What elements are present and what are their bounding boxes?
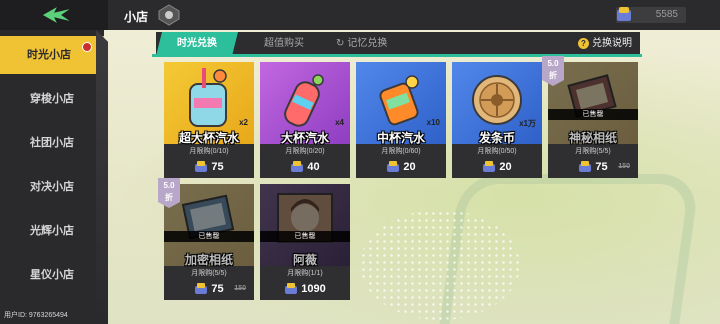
sold-out-banner: 已售罄 (260, 231, 350, 242)
back-arrow-icon (40, 4, 73, 26)
sidebar-item-label: 对决小店 (30, 181, 74, 193)
tab-memory-exchange[interactable]: ↻ 记忆兑换 (336, 32, 387, 56)
currency-value: 5585 (655, 9, 678, 20)
sidebar-item-duel-shop[interactable]: 对决小店 (0, 168, 104, 206)
price-value: 20 (499, 161, 512, 173)
time-coin-icon (579, 161, 592, 172)
help-label: 兑换说明 (592, 38, 632, 49)
time-coin-icon (291, 161, 304, 172)
item-price: 75 (164, 158, 254, 176)
tab-label: 时光兑换 (177, 38, 217, 49)
shop-item-card[interactable]: 5.0 折 已售罄 加密相纸 月限购(5/5) 75 150 (158, 178, 254, 300)
item-name: 大杯汽水 (280, 131, 329, 145)
tab-time-exchange[interactable]: 时光兑换 (156, 32, 238, 56)
time-coin-icon (285, 283, 298, 294)
sidebar-item-label: 时光小店 (27, 49, 71, 61)
item-price: 75 150 (164, 280, 254, 298)
tab-underline (152, 54, 642, 57)
item-name: 发条币 (478, 131, 515, 145)
sidebar-item-star-shop[interactable]: 星仪小店 (0, 256, 104, 294)
item-quantity: x1万 (519, 119, 536, 128)
time-coin-icon (483, 161, 496, 172)
tab-label: 超值购买 (264, 38, 304, 49)
shop-badge-icon (158, 4, 180, 26)
purchase-limit: 月限购(0/10) (189, 148, 229, 155)
help-button[interactable]: ? 兑换说明 (578, 32, 632, 56)
time-coin-icon (617, 7, 631, 21)
item-name: 神秘相纸 (568, 131, 617, 145)
sidebar-item-club-shop[interactable]: 社团小店 (0, 124, 104, 162)
shop-item-card[interactable]: 5.0 折 已售罄 神秘相纸 月限购(5/5) 75 150 (542, 56, 638, 178)
shop-item-card[interactable]: x2 超大杯汽水 月限购(0/10) 75 (164, 62, 254, 178)
sidebar-edge (96, 30, 108, 324)
item-name: 加密相纸 (184, 253, 233, 267)
item-quantity: x10 (426, 118, 440, 127)
refresh-icon: ↻ (336, 38, 345, 49)
original-price: 150 (618, 163, 630, 170)
sidebar-item-radiance-shop[interactable]: 光辉小店 (0, 212, 104, 250)
purchase-limit: 月限购(0/60) (381, 148, 421, 155)
back-button[interactable] (0, 0, 108, 30)
shop-item-card[interactable]: x10 中杯汽水 月限购(0/60) 20 (356, 62, 446, 178)
item-price: 40 (260, 158, 350, 176)
currency-display[interactable]: 5585 (616, 7, 686, 23)
item-name: 阿薇 (292, 253, 317, 267)
user-id: 用户ID: 9763265494 (4, 312, 68, 319)
price-value: 40 (307, 161, 320, 173)
price-value: 75 (211, 161, 224, 173)
price-value: 75 (595, 161, 608, 173)
tab-value-purchase[interactable]: 超值购买 (264, 32, 304, 56)
time-coin-icon (387, 161, 400, 172)
sidebar-item-label: 星仪小店 (30, 269, 74, 281)
shop-item-card[interactable]: 已售罄 阿薇 月限购(1/1) 1090 (260, 184, 350, 300)
top-bar: 小店 5585 (0, 0, 720, 30)
item-price: 1090 (260, 280, 350, 298)
sidebar-item-label: 光辉小店 (30, 225, 74, 237)
price-value: 75 (211, 283, 224, 295)
purchase-limit: 月限购(5/5) (575, 148, 611, 155)
shop-item-card[interactable]: x1万 发条币 月限购(0/50) 20 (452, 62, 542, 178)
question-icon: ? (578, 38, 589, 49)
tab-label: 记忆兑换 (347, 38, 388, 49)
price-value: 1090 (301, 283, 326, 295)
item-quantity: x4 (335, 118, 344, 127)
sidebar-item-shuttle-shop[interactable]: 穿梭小店 (0, 80, 104, 118)
page-title: 小店 (124, 10, 149, 24)
sidebar-item-label: 穿梭小店 (30, 93, 74, 105)
purchase-limit: 月限购(5/5) (191, 270, 227, 277)
sidebar-item-label: 社团小店 (30, 137, 74, 149)
time-coin-icon (195, 283, 208, 294)
item-price: 75 150 (548, 158, 638, 176)
sold-out-banner: 已售罄 (548, 109, 638, 120)
notification-dot (82, 42, 92, 52)
sidebar-item-time-shop[interactable]: 时光小店 (0, 36, 104, 74)
purchase-limit: 月限购(0/20) (285, 148, 325, 155)
sold-out-banner: 已售罄 (164, 231, 254, 242)
item-quantity: x2 (239, 118, 248, 127)
tab-bar: 时光兑换 超值购买 ↻ 记忆兑换 ? 兑换说明 (156, 32, 640, 56)
original-price: 150 (234, 285, 246, 292)
price-value: 20 (403, 161, 416, 173)
discount-tag: 5.0 折 (158, 178, 180, 208)
purchase-limit: 月限购(1/1) (287, 270, 323, 277)
discount-tag: 5.0 折 (542, 56, 564, 86)
purchase-limit: 月限购(0/50) (477, 148, 517, 155)
shop-item-card[interactable]: x4 大杯汽水 月限购(0/20) 40 (260, 62, 350, 178)
item-name: 超大杯汽水 (178, 131, 239, 145)
item-price: 20 (356, 158, 446, 176)
item-price: 20 (452, 158, 542, 176)
time-coin-icon (195, 161, 208, 172)
background-dots (360, 210, 520, 320)
item-name: 中杯汽水 (376, 131, 425, 145)
sidebar: 时光小店 穿梭小店 社团小店 对决小店 光辉小店 星仪小店 用户ID: 9763… (0, 30, 104, 324)
